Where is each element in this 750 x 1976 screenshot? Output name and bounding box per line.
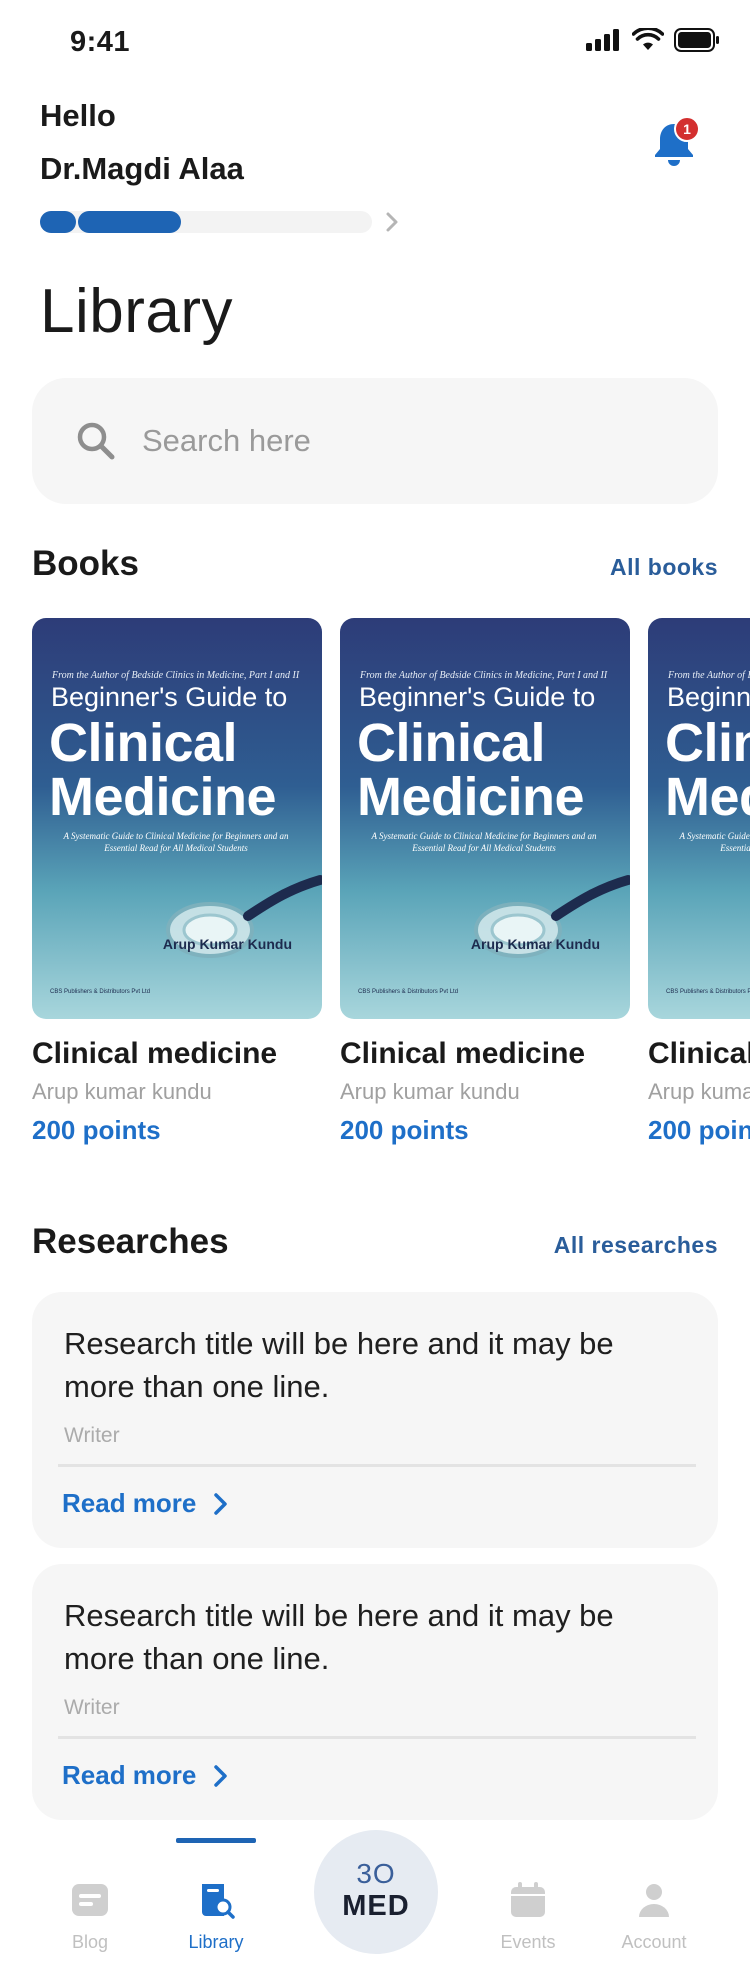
wifi-icon [632, 28, 664, 50]
notifications-button[interactable]: 1 [650, 116, 702, 170]
divider [58, 1736, 696, 1739]
library-icon [202, 1884, 235, 1919]
books-section-title: Books [32, 544, 139, 583]
blog-icon [72, 1884, 108, 1916]
cover-guide-text: Beginner's Guide to [667, 682, 750, 712]
cover-author: Arup Kumar Kundu [470, 936, 600, 952]
research-writer: Writer [64, 1424, 120, 1447]
nav-item-library[interactable]: Library [156, 1822, 276, 1976]
cover-top-line: From the Author of Bedside Clinics in Me… [52, 670, 300, 681]
nav-item-events[interactable]: Events [468, 1822, 588, 1976]
notification-badge: 1 [674, 116, 700, 142]
greeting-hello: Hello [40, 98, 116, 133]
greeting: Hello Dr.Magdi Alaa [40, 96, 244, 189]
home-logo-button[interactable]: 3O MED [314, 1830, 438, 1954]
user-name: Dr.Magdi Alaa [40, 151, 244, 186]
cellular-signal-icon [586, 29, 619, 51]
research-title: Research title will be here and it may b… [64, 1326, 614, 1404]
chevron-right-icon [214, 1764, 228, 1787]
book-cover-image: From the Author of Bedside Clinics in Me… [648, 618, 750, 1019]
book-author: Arup kumar kundu [32, 1079, 212, 1104]
calendar-icon [511, 1882, 545, 1917]
cover-title-line-2: Medicine [49, 767, 277, 827]
book-author: Arup kumar kundu [648, 1079, 750, 1104]
cover-title-line-1: Clinical [665, 713, 750, 773]
book-points: 200 points [32, 1115, 161, 1145]
cover-author: Arup Kumar Kundu [162, 936, 292, 952]
read-more-label: Read more [62, 1760, 197, 1790]
nav-label-blog: Blog [71, 1932, 109, 1952]
status-time: 9:41 [70, 26, 131, 58]
all-researches-link[interactable]: All researches [554, 1232, 718, 1259]
book-title: Clinical medicine [32, 1037, 278, 1070]
cover-top-line: From the Author of Bedside Clinics in Me… [668, 670, 750, 681]
book-title: Clinical medicine [648, 1037, 750, 1070]
read-more-label: Read more [62, 1488, 197, 1518]
cover-guide-text: Beginner's Guide to [51, 682, 288, 712]
research-card[interactable]: Research title will be here and it may b… [32, 1292, 718, 1548]
battery-icon [674, 28, 719, 52]
search-icon [77, 422, 115, 460]
cover-publisher: CBS Publishers & Distributors Pvt Ltd [358, 989, 459, 995]
book-card[interactable]: From the Author of Bedside Clinics in Me… [648, 618, 750, 1146]
book-card[interactable]: From the Author of Bedside Clinics in Me… [32, 618, 322, 1146]
chevron-right-icon [214, 1492, 228, 1515]
cover-top-line: From the Author of Bedside Clinics in Me… [360, 670, 608, 681]
nav-label-library: Library [188, 1932, 244, 1952]
progress-start-dot [40, 211, 76, 233]
research-card[interactable]: Research title will be here and it may b… [32, 1564, 718, 1820]
research-title: Research title will be here and it may b… [64, 1598, 614, 1676]
books-carousel[interactable]: From the Author of Bedside Clinics in Me… [32, 618, 750, 1158]
book-author: Arup kumar kundu [340, 1079, 520, 1104]
read-more-button[interactable]: Read more [62, 1760, 230, 1791]
chevron-right-icon[interactable] [378, 208, 406, 236]
page-title: Library [40, 277, 234, 346]
researches-section-header: Researches All researches [32, 1222, 718, 1262]
book-cover-image: From the Author of Bedside Clinics in Me… [32, 618, 322, 1019]
cover-title-line-2: Medicine [665, 767, 750, 827]
nav-label-events: Events [500, 1932, 556, 1952]
book-points: 200 points [648, 1115, 750, 1145]
cover-subtitle: A Systematic Guide to Clinical Medicine … [679, 831, 750, 853]
cover-title-line-1: Clinical [49, 713, 238, 773]
all-books-link[interactable]: All books [610, 554, 718, 581]
status-bar: 9:41 [0, 0, 750, 86]
progress-fill [78, 211, 181, 233]
active-tab-indicator [176, 1838, 256, 1843]
divider [58, 1464, 696, 1467]
logo-text-bottom: MED [342, 1890, 410, 1922]
cover-publisher: CBS Publishers & Distributors Pvt Ltd [666, 989, 750, 995]
researches-section-title: Researches [32, 1222, 229, 1261]
user-icon [639, 1884, 669, 1917]
books-section-header: Books All books [32, 544, 718, 584]
book-cover-image: From the Author of Bedside Clinics in Me… [340, 618, 630, 1019]
cover-publisher: CBS Publishers & Distributors Pvt Ltd [50, 989, 151, 995]
status-icons [586, 28, 720, 52]
search-input[interactable] [142, 423, 662, 459]
cover-title-line-2: Medicine [357, 767, 585, 827]
book-points: 200 points [340, 1115, 469, 1145]
bottom-navigation: Blog Library 3O MED Events Account [0, 1822, 750, 1976]
cover-title-line-1: Clinical [357, 713, 546, 773]
profile-progress[interactable] [40, 208, 412, 234]
book-title: Clinical medicine [340, 1037, 586, 1070]
search-bar[interactable] [32, 378, 718, 504]
book-card[interactable]: From the Author of Bedside Clinics in Me… [340, 618, 630, 1146]
nav-label-account: Account [621, 1932, 687, 1952]
cover-guide-text: Beginner's Guide to [359, 682, 596, 712]
logo-text-top: 3O [356, 1858, 396, 1889]
nav-item-account[interactable]: Account [594, 1822, 714, 1976]
read-more-button[interactable]: Read more [62, 1488, 230, 1519]
research-writer: Writer [64, 1696, 120, 1719]
nav-item-blog[interactable]: Blog [30, 1822, 150, 1976]
